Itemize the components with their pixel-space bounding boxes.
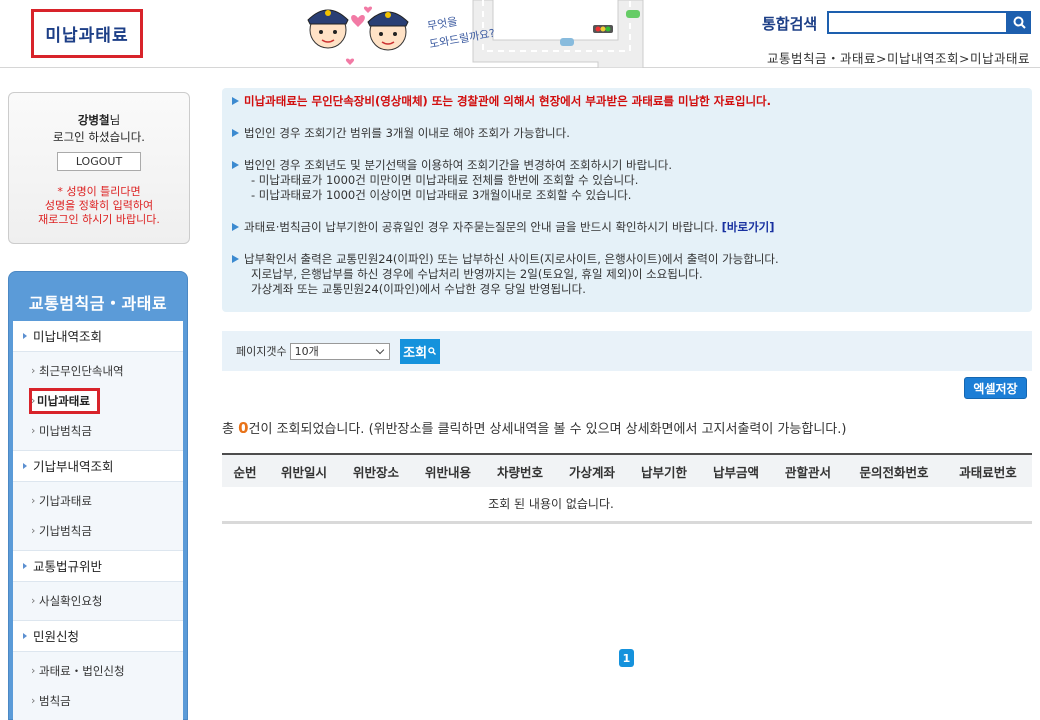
- info-line: 미납과태료는 무인단속장비(영상매체) 또는 경찰관에 의해서 현장에서 부과받…: [232, 94, 1032, 109]
- col-header: 과태료번호: [944, 453, 1032, 487]
- login-name-suffix: 님: [109, 113, 121, 127]
- result-prefix: 총: [222, 422, 239, 437]
- page-title-box: 미납과태료: [31, 9, 143, 58]
- login-user-line: 강병철님: [9, 112, 189, 128]
- query-button-label: 조회: [403, 345, 428, 361]
- result-count: 0: [238, 419, 249, 437]
- col-header: 납부금액: [700, 453, 772, 487]
- login-message: 로그인 하셨습니다.: [53, 130, 145, 144]
- breadcrumb: 교통범칙금・과태료>미납내역조회>미납과태료: [767, 51, 1030, 66]
- side-menu: 교통범칙금・과태료 미납내역조회 최근무인단속내역 미납과태료 미납범칙금 기납…: [8, 271, 188, 720]
- login-warning-line: * 성명이 틀리다면: [57, 185, 141, 198]
- col-header: 차량번호: [484, 453, 556, 487]
- col-header: 순번: [222, 453, 268, 487]
- info-subline: - 미납과태료가 1000건 미만이면 미납과태료 전체를 한번에 조회할 수 …: [251, 173, 639, 187]
- info-line: 납부확인서 출력은 교통민원24(이파인) 또는 납부하신 사이트(지로사이트,…: [232, 252, 1032, 267]
- header: 미납과태료 무엇을 도와드릴까요? 통합검색 교통범칙금・과태료>미납내역조회>…: [0, 0, 1040, 69]
- menu-item-paid-penalty[interactable]: 기납범칙금: [13, 516, 183, 546]
- col-header: 관할관서: [772, 453, 844, 487]
- page-size-select[interactable]: 10개: [289, 342, 390, 360]
- page-size-label: 페이지갯수: [236, 345, 287, 358]
- menu-item-recent-enforcement[interactable]: 최근무인단속내역: [13, 356, 183, 386]
- empty-message: 조회 된 내용이 없습니다.: [222, 487, 1032, 524]
- filter-bar: 페이지갯수 10개 조회: [222, 331, 1032, 371]
- login-user-name: 강병철: [77, 113, 110, 127]
- menu-group-unpaid[interactable]: 미납내역조회: [13, 321, 183, 352]
- search-label: 통합검색: [762, 15, 818, 33]
- page-button-current[interactable]: 1: [619, 649, 634, 667]
- menu-subgroup-civil: 과태료・법인신청 범칙금: [13, 652, 183, 720]
- menu-subgroup-paid: 기납과태료 기납범칙금: [13, 482, 183, 551]
- mascot-illustration: 무엇을 도와드릴까요?: [307, 0, 644, 69]
- side-menu-body: 미납내역조회 최근무인단속내역 미납과태료 미납범칙금 기납부내역조회 기납과태…: [13, 321, 183, 720]
- result-table: 순번 위반일시 위반장소 위반내용 차량번호 가상계좌 납부기한 납부금액 관할…: [222, 453, 1032, 524]
- side-menu-title: 교통범칙금・과태료: [28, 294, 168, 313]
- info-subline: 지로납부, 은행납부를 하신 경우에 수납처리 반영까지는 2일(토요일, 휴일…: [251, 267, 703, 281]
- menu-item-paid-fine[interactable]: 기납과태료: [13, 486, 183, 516]
- info-line: 법인인 경우 조회년도 및 분기선택을 이용하여 조회기간을 변경하여 조회하시…: [232, 158, 1032, 173]
- faq-link[interactable]: [바로가기]: [722, 220, 775, 234]
- table-row: 조회 된 내용이 없습니다.: [222, 487, 1032, 524]
- menu-item-unpaid-penalty[interactable]: 미납범칙금: [13, 416, 183, 446]
- menu-item-unpaid-fine-label: 미납과태료: [29, 388, 100, 414]
- info-line: 법인인 경우 조회기간 범위를 3개월 이내로 해야 조회가 가능합니다.: [232, 126, 1032, 141]
- info-subline: - 미납과태료가 1000건 이상이면 미납과태료 3개월이내로 조회할 수 있…: [251, 188, 632, 202]
- info-text: 과태료·범칙금이 납부기한이 공휴일인 경우 자주묻는질문의 안내 글을 반드시…: [244, 220, 718, 234]
- result-count-line: 총 0건이 조회되었습니다. (위반장소를 클릭하면 상세내역을 볼 수 있으며…: [222, 418, 846, 437]
- info-line: 과태료·범칙금이 납부기한이 공휴일인 경우 자주묻는질문의 안내 글을 반드시…: [232, 220, 1032, 235]
- search-button[interactable]: [1008, 11, 1031, 34]
- menu-item-fine-corporate[interactable]: 과태료・법인신청: [13, 656, 183, 686]
- login-warning: * 성명이 틀리다면 성명을 정확히 입력하여 재로그인 하시기 바랍니다.: [9, 185, 189, 227]
- result-suffix: 건이 조회되었습니다. (위반장소를 클릭하면 상세내역을 볼 수 있으며 상세…: [248, 422, 847, 437]
- empty-message-text: 조회 된 내용이 없습니다.: [488, 497, 614, 512]
- logout-button[interactable]: LOGOUT: [57, 152, 141, 171]
- menu-group-paid[interactable]: 기납부내역조회: [13, 451, 183, 482]
- search-icon: [428, 347, 437, 355]
- info-subline: 가상계좌 또는 교통민원24(이파인)에서 수납한 경우 당일 반영됩니다.: [251, 282, 586, 296]
- col-header: 위반장소: [340, 453, 412, 487]
- menu-subgroup-violation: 사실확인요청: [13, 582, 183, 621]
- login-warning-line: 성명을 정확히 입력하여: [44, 199, 154, 212]
- menu-item-unpaid-fine-active[interactable]: 미납과태료: [13, 386, 183, 416]
- col-header: 가상계좌: [556, 453, 628, 487]
- menu-group-violation[interactable]: 교통법규위반: [13, 551, 183, 582]
- search-icon: [1013, 16, 1026, 29]
- col-header: 문의전화번호: [844, 453, 944, 487]
- excel-save-button[interactable]: 엑셀저장: [964, 377, 1027, 399]
- menu-group-civil[interactable]: 민원신청: [13, 621, 183, 652]
- query-button[interactable]: 조회: [399, 338, 440, 364]
- info-box: 미납과태료는 무인단속장비(영상매체) 또는 경찰관에 의해서 현장에서 부과받…: [222, 88, 1032, 312]
- login-warning-line: 재로그인 하시기 바랍니다.: [38, 213, 160, 226]
- col-header: 납부기한: [628, 453, 700, 487]
- search-input[interactable]: [827, 11, 1008, 34]
- col-header: 위반내용: [412, 453, 484, 487]
- menu-item-penalty[interactable]: 범칙금: [13, 686, 183, 716]
- mascot-banner: 무엇을 도와드릴까요?: [298, 0, 658, 69]
- col-header: 위반일시: [268, 453, 340, 487]
- table-header-row: 순번 위반일시 위반장소 위반내용 차량번호 가상계좌 납부기한 납부금액 관할…: [222, 453, 1032, 487]
- menu-subgroup-unpaid: 최근무인단속내역 미납과태료 미납범칙금: [13, 352, 183, 451]
- menu-item-fact-check[interactable]: 사실확인요청: [13, 586, 183, 616]
- login-box: 강병철님 로그인 하셨습니다. LOGOUT * 성명이 틀리다면 성명을 정확…: [8, 92, 190, 244]
- svg-text:무엇을: 무엇을: [426, 15, 458, 33]
- page-title: 미납과태료: [45, 26, 129, 46]
